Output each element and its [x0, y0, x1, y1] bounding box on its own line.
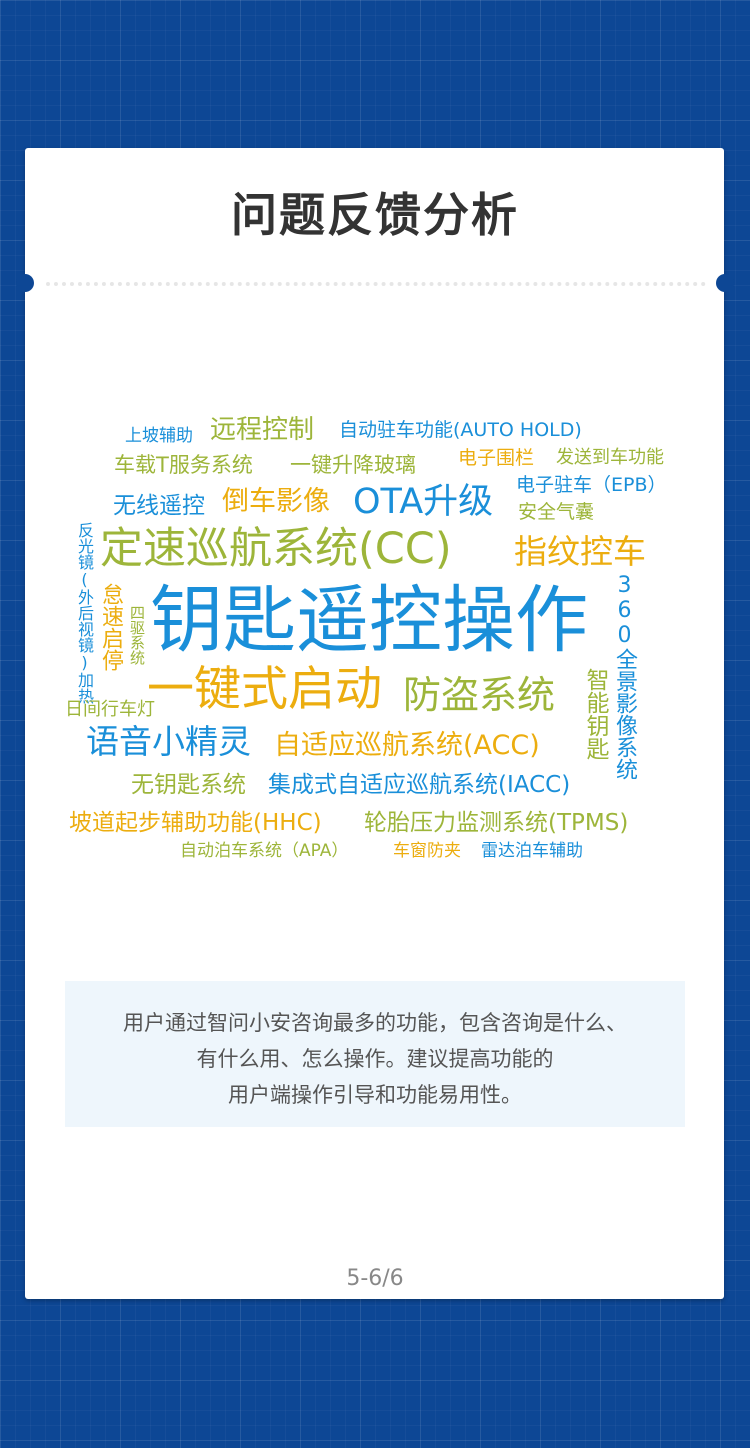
page-title: 问题反馈分析	[231, 188, 519, 242]
word-cloud-item: 发送到车功能	[556, 447, 664, 468]
page-indicator: 5-6/6	[346, 1266, 404, 1291]
word-cloud-item: 上坡辅助	[125, 426, 193, 446]
card-notch-left	[16, 274, 34, 292]
word-cloud-item: 安全气囊	[518, 501, 595, 523]
word-cloud-item: 电子驻车（EPB）	[516, 474, 667, 496]
word-cloud-item: 轮胎压力监测系统(TPMS)	[364, 810, 629, 836]
word-cloud-item: 集成式自适应巡航系统(IACC)	[268, 772, 571, 798]
word-cloud-item: 智能钥匙	[582, 668, 608, 760]
summary-line: 有什么用、怎么操作。建议提高功能的	[196, 1047, 554, 1071]
word-cloud-item: 远程控制	[210, 415, 315, 445]
summary-line: 用户通过智问小安咨询最多的功能，包含咨询是什么、	[123, 1011, 627, 1035]
summary-line: 用户端操作引导和功能易用性。	[228, 1083, 522, 1107]
word-cloud-item: 无线遥控	[113, 493, 205, 519]
word-cloud-item: 车窗防夹	[393, 841, 461, 861]
word-cloud-item: 怠速启停	[98, 583, 123, 671]
word-cloud-item: OTA升级	[353, 482, 494, 522]
word-cloud-item: 坡道起步辅助功能(HHC)	[69, 810, 322, 836]
word-cloud-item: 一键升降玻璃	[290, 453, 416, 477]
word-cloud-item: 自适应巡航系统(ACC)	[274, 730, 540, 761]
word-cloud-item: 一键式启动	[147, 662, 382, 717]
word-cloud-item: 自动泊车系统（APA）	[180, 841, 349, 861]
word-cloud-item: 360全景影像系统	[612, 573, 637, 780]
word-cloud-item: 雷达泊车辅助	[481, 841, 583, 861]
word-cloud-item: 四驱系统	[128, 605, 146, 665]
word-cloud-item: 倒车影像	[222, 486, 330, 517]
word-cloud-item: 日间行车灯	[65, 699, 155, 720]
word-cloud-item: 自动驻车功能(AUTO HOLD)	[339, 419, 582, 441]
word-cloud-item: 防盗系统	[403, 673, 556, 717]
card-notch-right	[716, 274, 734, 292]
dotted-divider	[46, 282, 706, 286]
word-cloud-item: 定速巡航系统(CC)	[100, 524, 452, 574]
word-cloud-item: 指纹控车	[514, 532, 646, 571]
word-cloud-item: 电子围栏	[458, 447, 535, 469]
summary-text: 用户通过智问小安咨询最多的功能，包含咨询是什么、 有什么用、怎么操作。建议提高功…	[65, 1005, 685, 1113]
word-cloud-item: 车载T服务系统	[114, 453, 253, 477]
word-cloud-item: 语音小精灵	[86, 722, 251, 761]
word-cloud-item: 反光镜(外后视镜)加热	[75, 522, 94, 704]
word-cloud-item: 无钥匙系统	[131, 772, 246, 798]
word-cloud-item: 钥匙遥控操作	[150, 578, 588, 663]
